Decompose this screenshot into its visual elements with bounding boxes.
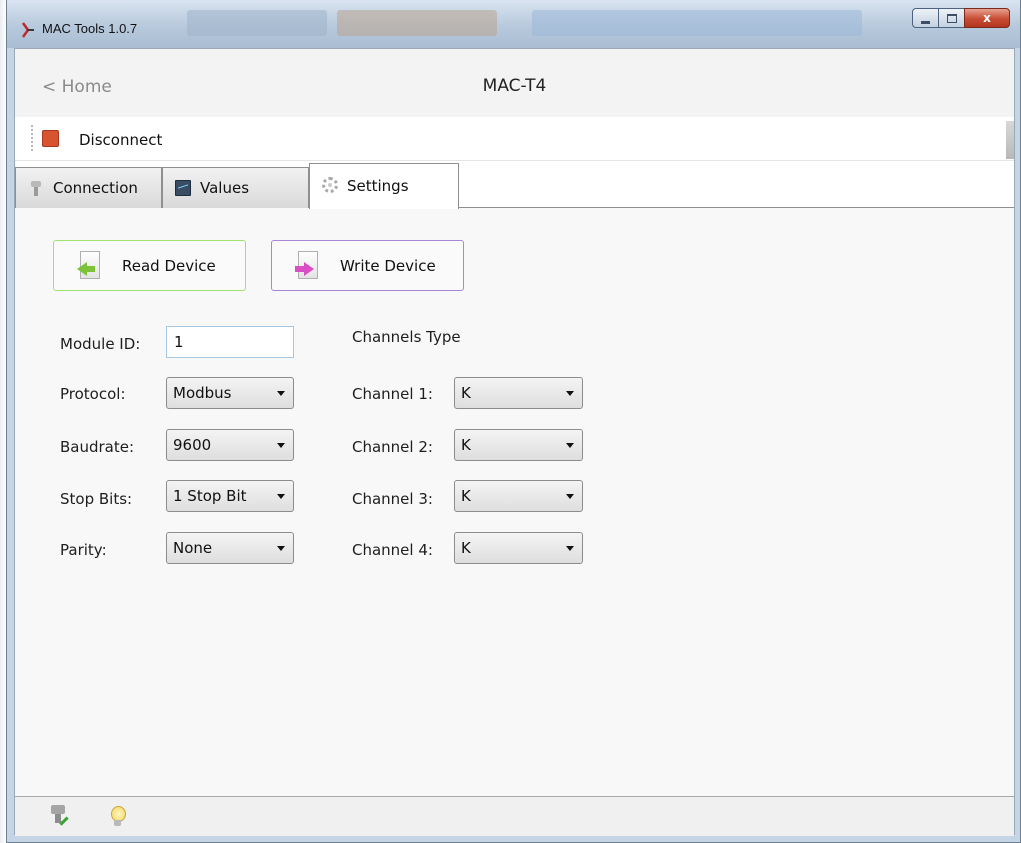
chevron-down-icon bbox=[277, 391, 285, 396]
chevron-down-icon bbox=[566, 494, 574, 499]
plug-icon bbox=[28, 180, 44, 196]
chevron-down-icon bbox=[277, 494, 285, 499]
toolbar-grip[interactable] bbox=[31, 125, 33, 151]
connected-plug-icon[interactable] bbox=[48, 805, 70, 829]
titlebar-background-blur bbox=[187, 10, 327, 36]
write-device-label: Write Device bbox=[340, 256, 436, 275]
read-device-button[interactable]: Read Device bbox=[53, 240, 246, 291]
parity-value: None bbox=[173, 539, 213, 557]
channel-4-label: Channel 4: bbox=[352, 541, 433, 559]
tab-settings-label: Settings bbox=[347, 177, 409, 195]
channel-2-value: K bbox=[461, 436, 471, 454]
module-id-input[interactable] bbox=[166, 326, 294, 358]
parity-label: Parity: bbox=[60, 541, 107, 559]
channel-1-label: Channel 1: bbox=[352, 385, 433, 403]
baudrate-select[interactable]: 9600 bbox=[166, 429, 294, 461]
maximize-button[interactable] bbox=[938, 8, 964, 28]
channel-4-select[interactable]: K bbox=[454, 532, 583, 564]
tab-values[interactable]: Values bbox=[162, 167, 309, 208]
app-logo-icon bbox=[21, 22, 34, 38]
titlebar-background-blur bbox=[337, 10, 497, 36]
monitor-icon bbox=[175, 180, 191, 196]
parity-select[interactable]: None bbox=[166, 532, 294, 564]
navigation-bar: < Home MAC-T4 bbox=[15, 49, 1014, 117]
protocol-label: Protocol: bbox=[60, 385, 126, 403]
toolbar: Disconnect bbox=[15, 117, 1014, 161]
close-icon: x bbox=[983, 11, 991, 25]
window-controls: x bbox=[912, 8, 1010, 28]
tab-connection-label: Connection bbox=[53, 179, 138, 197]
window-title: MAC Tools 1.0.7 bbox=[42, 21, 138, 36]
tab-strip: Connection Values Settings bbox=[15, 161, 1014, 209]
settings-panel: Read Device Write Device Module ID: Prot… bbox=[15, 208, 1014, 796]
chevron-down-icon bbox=[566, 391, 574, 396]
baudrate-value: 9600 bbox=[173, 436, 212, 454]
checkmark-icon bbox=[57, 814, 69, 826]
tab-connection[interactable]: Connection bbox=[15, 167, 162, 208]
channel-4-value: K bbox=[461, 539, 471, 557]
lightbulb-icon[interactable] bbox=[107, 805, 129, 829]
maximize-icon bbox=[947, 14, 957, 23]
channel-3-value: K bbox=[461, 487, 471, 505]
gear-icon bbox=[322, 177, 338, 193]
chevron-down-icon bbox=[277, 443, 285, 448]
write-device-button[interactable]: Write Device bbox=[271, 240, 464, 291]
channel-2-select[interactable]: K bbox=[454, 429, 583, 461]
app-window: MAC Tools 1.0.7 x < Home MAC-T4 Disconne… bbox=[6, 0, 1021, 843]
chevron-down-icon bbox=[566, 546, 574, 551]
status-bar bbox=[15, 796, 1014, 836]
stop-bits-value: 1 Stop Bit bbox=[173, 487, 247, 505]
tab-values-label: Values bbox=[200, 179, 250, 197]
stop-bits-select[interactable]: 1 Stop Bit bbox=[166, 480, 294, 512]
title-bar[interactable]: MAC Tools 1.0.7 x bbox=[7, 0, 1020, 48]
close-button[interactable]: x bbox=[964, 8, 1010, 28]
protocol-value: Modbus bbox=[173, 384, 232, 402]
baudrate-label: Baudrate: bbox=[60, 438, 135, 456]
disconnect-button[interactable]: Disconnect bbox=[79, 131, 162, 149]
channel-1-select[interactable]: K bbox=[454, 377, 583, 409]
channels-type-heading: Channels Type bbox=[352, 328, 461, 346]
write-document-icon bbox=[295, 250, 319, 281]
protocol-select[interactable]: Modbus bbox=[166, 377, 294, 409]
chevron-down-icon bbox=[277, 546, 285, 551]
read-document-icon bbox=[77, 250, 101, 281]
minimize-button[interactable] bbox=[912, 8, 938, 28]
channel-2-label: Channel 2: bbox=[352, 438, 433, 456]
read-device-label: Read Device bbox=[122, 256, 216, 275]
stop-bits-label: Stop Bits: bbox=[60, 490, 133, 508]
channel-1-value: K bbox=[461, 384, 471, 402]
minimize-icon bbox=[921, 21, 930, 24]
client-area: < Home MAC-T4 Disconnect Connection Valu… bbox=[14, 48, 1015, 836]
module-id-label: Module ID: bbox=[60, 335, 141, 353]
page-title: MAC-T4 bbox=[482, 76, 547, 96]
stop-icon[interactable] bbox=[42, 130, 59, 147]
tab-settings[interactable]: Settings bbox=[309, 163, 459, 209]
chevron-down-icon bbox=[566, 443, 574, 448]
toolbar-overflow-button[interactable] bbox=[1006, 121, 1014, 159]
channel-3-label: Channel 3: bbox=[352, 490, 433, 508]
titlebar-background-blur bbox=[532, 10, 862, 36]
channel-3-select[interactable]: K bbox=[454, 480, 583, 512]
